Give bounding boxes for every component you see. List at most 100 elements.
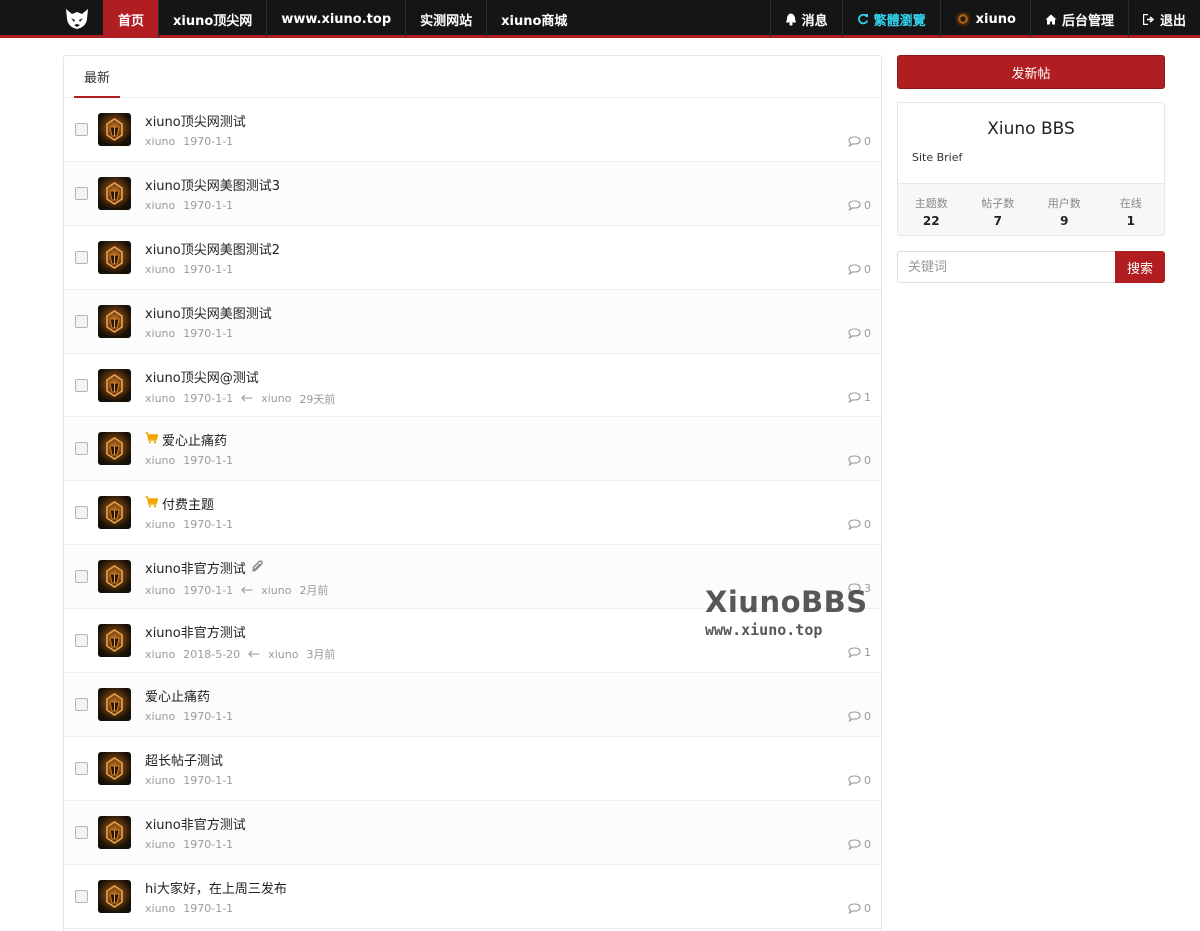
logout-link[interactable]: 退出 bbox=[1127, 0, 1200, 38]
author-avatar[interactable] bbox=[98, 304, 131, 338]
thread-row[interactable]: xiuno非官方测试 xiuno 2018-5-20 xiuno 3月前 1 bbox=[64, 609, 881, 674]
nav-item-4[interactable]: xiuno商城 bbox=[486, 0, 581, 38]
author-avatar[interactable] bbox=[98, 240, 131, 274]
paperclip-icon bbox=[251, 560, 263, 576]
thread-author[interactable]: xiuno bbox=[145, 327, 175, 340]
thread-author[interactable]: xiuno bbox=[145, 710, 175, 723]
thread-checkbox[interactable] bbox=[75, 889, 88, 903]
thread-subject: 付费主题 bbox=[162, 498, 215, 514]
thread-checkbox[interactable] bbox=[75, 378, 88, 392]
thread-subject-link[interactable]: xiuno顶尖网美图测试2 bbox=[145, 239, 280, 258]
thread-author[interactable]: xiuno bbox=[145, 263, 175, 276]
thread-subject-link[interactable]: xiuno顶尖网测试 bbox=[145, 111, 246, 130]
thread-row[interactable]: xiuno非官方测试 xiuno 1970-1-1 0 bbox=[64, 800, 881, 865]
thread-row[interactable]: xiuno顶尖网@测试 xiuno 1970-1-1 xiuno 29天前 1 bbox=[64, 354, 881, 418]
author-avatar[interactable] bbox=[98, 624, 131, 658]
thread-row[interactable]: 爱心止痛药 xiuno 1970-1-1 0 bbox=[64, 417, 881, 482]
author-avatar[interactable] bbox=[98, 176, 131, 210]
thread-row[interactable]: xiuno非官方测试 xiuno 1970-1-1 xiuno 2月前 3 bbox=[64, 545, 881, 610]
thread-subject-link[interactable]: xiuno顶尖网@测试 bbox=[145, 367, 259, 386]
thread-checkbox[interactable] bbox=[75, 698, 88, 712]
thread-author[interactable]: xiuno bbox=[145, 774, 175, 787]
thread-subject-link[interactable]: xiuno顶尖网美图测试 bbox=[145, 303, 272, 322]
thread-subject-link[interactable]: xiuno顶尖网美图测试3 bbox=[145, 175, 280, 194]
thread-author[interactable]: xiuno bbox=[145, 584, 175, 597]
thread-author[interactable]: xiuno bbox=[145, 838, 175, 851]
last-reply-user[interactable]: xiuno bbox=[268, 648, 298, 661]
new-thread-button[interactable]: 发新帖 bbox=[897, 55, 1165, 89]
reply-count-value: 0 bbox=[864, 518, 871, 532]
thread-row[interactable]: hi大家好，在上周三发布 xiuno 1970-1-1 0 bbox=[64, 865, 881, 929]
reply-count: 0 bbox=[848, 518, 871, 531]
admin-link[interactable]: 后台管理 bbox=[1029, 0, 1128, 38]
thread-checkbox[interactable] bbox=[75, 250, 88, 264]
thread-subject: xiuno顶尖网测试 bbox=[145, 115, 246, 130]
user-nav: 消息 繁體瀏覽 xiuno 后台管理 退出 bbox=[769, 0, 1200, 38]
thread-row[interactable]: 爱心止痛药 xiuno 1970-1-1 0 bbox=[64, 673, 881, 737]
thread-checkbox[interactable] bbox=[75, 634, 88, 648]
thread-row[interactable]: xiuno顶尖网测试 xiuno 1970-1-1 0 bbox=[64, 98, 881, 162]
thread-checkbox[interactable] bbox=[75, 186, 88, 200]
thread-author[interactable]: xiuno bbox=[145, 135, 175, 148]
thread-subject-link[interactable]: 付费主题 bbox=[145, 494, 214, 513]
thread-subject-link[interactable]: xiuno非官方测试 bbox=[145, 558, 263, 577]
nav-item-1[interactable]: xiuno顶尖网 bbox=[158, 0, 266, 38]
thread-subject: 超长帖子测试 bbox=[145, 753, 224, 769]
bbs-logo-icon[interactable] bbox=[52, 0, 102, 38]
thread-row[interactable]: xiuno顶尖网美图测试2 xiuno 1970-1-1 0 bbox=[64, 226, 881, 290]
thread-checkbox[interactable] bbox=[75, 570, 88, 584]
thread-date: 1970-1-1 bbox=[183, 710, 234, 724]
thread-meta: xiuno 1970-1-1 xiuno 29天前 bbox=[145, 391, 343, 407]
stat-posts: 帖子数 7 bbox=[965, 184, 1032, 235]
thread-subject: hi大家好，在上周三发布 bbox=[145, 881, 287, 897]
last-reply-user[interactable]: xiuno bbox=[261, 392, 291, 405]
thread-subject-link[interactable]: hi大家好，在上周三发布 bbox=[145, 878, 287, 897]
author-avatar[interactable] bbox=[98, 751, 131, 785]
thread-subject-link[interactable]: xiuno非官方测试 bbox=[145, 622, 246, 641]
comment-icon bbox=[848, 583, 861, 595]
last-reply-user[interactable]: xiuno bbox=[261, 584, 291, 597]
author-avatar[interactable] bbox=[98, 496, 131, 530]
thread-subject-link[interactable]: xiuno非官方测试 bbox=[145, 814, 246, 833]
thread-subject-link[interactable]: 超长帖子测试 bbox=[145, 750, 223, 769]
nav-item-0[interactable]: 首页 bbox=[103, 0, 159, 38]
author-avatar[interactable] bbox=[98, 432, 131, 466]
thread-row[interactable]: 超长帖子测试 xiuno 1970-1-1 0 bbox=[64, 737, 881, 801]
thread-checkbox[interactable] bbox=[75, 761, 88, 775]
thread-subject: xiuno顶尖网美图测试2 bbox=[145, 242, 281, 258]
traditional-chinese-toggle[interactable]: 繁體瀏覽 bbox=[841, 0, 940, 38]
thread-row[interactable]: 付费主题 xiuno 1970-1-1 0 bbox=[64, 481, 881, 546]
thread-checkbox[interactable] bbox=[75, 123, 88, 136]
thread-checkbox[interactable] bbox=[75, 442, 88, 456]
search-button[interactable]: 搜索 bbox=[1115, 251, 1165, 283]
thread-author[interactable]: xiuno bbox=[145, 392, 175, 405]
author-avatar[interactable] bbox=[98, 815, 131, 849]
author-avatar[interactable] bbox=[98, 560, 131, 594]
author-avatar[interactable] bbox=[98, 879, 131, 913]
thread-author[interactable]: xiuno bbox=[145, 199, 175, 212]
nav-item-3[interactable]: 实测网站 bbox=[405, 0, 486, 38]
thread-checkbox[interactable] bbox=[75, 506, 88, 520]
nav-item-2[interactable]: www.xiuno.top bbox=[266, 0, 405, 38]
thread-meta: xiuno 1970-1-1 bbox=[145, 710, 241, 723]
thread-subject-link[interactable]: 爱心止痛药 bbox=[145, 686, 210, 705]
messages-link[interactable]: 消息 bbox=[769, 0, 842, 38]
thread-subject: 爱心止痛药 bbox=[145, 690, 211, 706]
user-profile-link[interactable]: xiuno bbox=[939, 0, 1030, 38]
thread-author[interactable]: xiuno bbox=[145, 518, 175, 531]
thread-checkbox[interactable] bbox=[75, 825, 88, 839]
thread-row[interactable]: xiuno顶尖网美图测试3 xiuno 1970-1-1 0 bbox=[64, 161, 881, 226]
thread-checkbox[interactable] bbox=[75, 314, 88, 328]
author-avatar[interactable] bbox=[98, 688, 131, 722]
author-avatar[interactable] bbox=[98, 113, 131, 146]
thread-meta: xiuno 1970-1-1 bbox=[145, 774, 241, 787]
thread-author[interactable]: xiuno bbox=[145, 648, 175, 661]
author-avatar[interactable] bbox=[98, 368, 131, 402]
reply-count: 0 bbox=[848, 454, 871, 467]
thread-author[interactable]: xiuno bbox=[145, 454, 175, 467]
tab-latest[interactable]: 最新 bbox=[74, 56, 121, 98]
thread-author[interactable]: xiuno bbox=[145, 902, 175, 915]
thread-row[interactable]: xiuno顶尖网美图测试 xiuno 1970-1-1 0 bbox=[64, 289, 881, 354]
thread-subject-link[interactable]: 爱心止痛药 bbox=[145, 430, 227, 449]
search-input[interactable] bbox=[897, 251, 1115, 283]
